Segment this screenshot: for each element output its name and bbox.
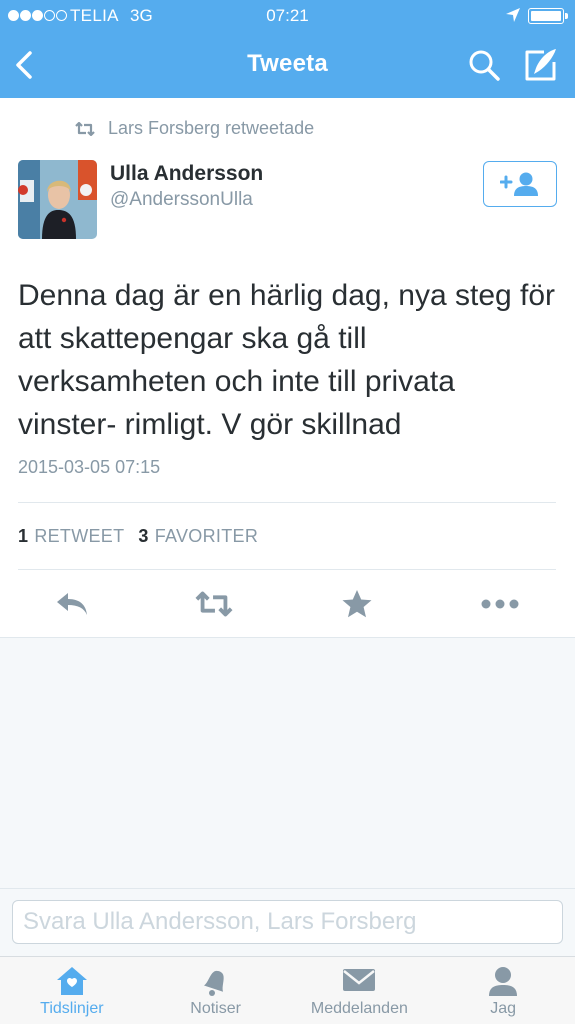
retweet-label: RETWEET	[34, 526, 125, 546]
tab-messages[interactable]: Meddelanden	[288, 957, 432, 1024]
tab-me[interactable]: Jag	[431, 957, 575, 1024]
divider	[18, 502, 556, 503]
envelope-icon	[343, 969, 376, 991]
nav-bar: Tweeta	[0, 32, 575, 98]
retweet-count-link[interactable]: 1 RETWEET	[18, 526, 124, 547]
tab-label: Jag	[490, 1000, 517, 1017]
app-header: TELIA 3G 07:21 Tweeta	[0, 0, 575, 98]
retweet-icon	[195, 591, 233, 617]
search-icon[interactable]	[467, 48, 501, 82]
person-icon	[489, 967, 518, 996]
tweet-detail-card: Lars Forsberg retweetade Ulla Andersson …	[0, 98, 575, 638]
add-user-icon	[500, 172, 538, 196]
tweet-stats: 1 RETWEET 3 FAVORITER	[18, 526, 258, 547]
retweeted-by-text: Lars Forsberg retweetade	[108, 118, 315, 138]
reply-input[interactable]	[12, 900, 563, 944]
tweet-actions	[0, 586, 575, 622]
divider	[18, 569, 556, 570]
reply-icon	[57, 593, 87, 615]
reply-button[interactable]	[52, 586, 92, 622]
reply-composer	[0, 888, 575, 956]
status-bar: TELIA 3G 07:21	[0, 0, 575, 32]
battery-icon	[528, 8, 568, 24]
favorite-count-link[interactable]: 3 FAVORITER	[138, 526, 258, 547]
follow-button[interactable]	[483, 161, 557, 207]
retweet-count: 1	[18, 526, 29, 546]
retweet-button[interactable]	[194, 586, 234, 622]
tweet-timestamp: 2015-03-05 07:15	[18, 457, 161, 477]
status-time: 07:21	[266, 6, 309, 25]
tab-label: Notiser	[190, 1000, 241, 1017]
author-handle: @AnderssonUlla	[110, 189, 253, 210]
author-avatar[interactable]	[18, 160, 97, 239]
tab-timelines[interactable]: Tidslinjer	[0, 957, 144, 1024]
retweeted-by-line: Lars Forsberg retweetade	[74, 118, 314, 139]
star-icon	[342, 590, 372, 618]
more-button[interactable]	[480, 586, 520, 622]
bell-icon	[203, 970, 224, 996]
location-arrow-icon	[506, 8, 520, 22]
tab-label: Tidslinjer	[40, 1000, 104, 1017]
favorite-label: FAVORITER	[154, 526, 259, 546]
tweet-text: Denna dag är en härlig dag, nya steg för…	[18, 279, 556, 441]
favorite-count: 3	[138, 526, 149, 546]
tab-notifications[interactable]: Notiser	[144, 957, 288, 1024]
tab-bar: Tidslinjer Notiser Meddelanden Jag	[0, 956, 575, 1024]
favorite-button[interactable]	[337, 586, 377, 622]
retweet-icon	[75, 121, 95, 136]
more-icon	[481, 599, 519, 609]
author-name[interactable]: Ulla Andersson	[110, 162, 263, 186]
compose-icon[interactable]	[522, 46, 560, 84]
tab-label: Meddelanden	[310, 1000, 408, 1017]
home-icon	[56, 967, 87, 995]
